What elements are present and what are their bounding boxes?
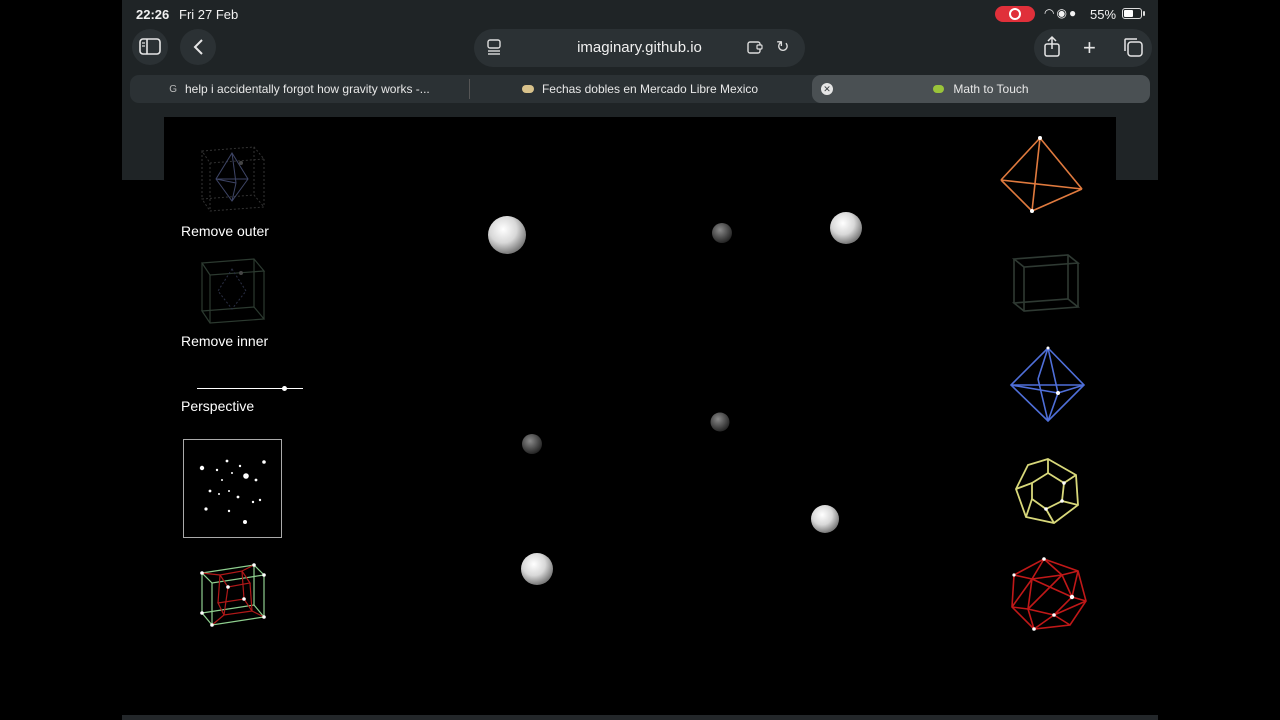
location-icon: ◉: [1056, 6, 1069, 20]
math-canvas[interactable]: Remove outer Remove inner Perspective: [164, 117, 1116, 720]
tab-math-to-touch[interactable]: ✕ Math to Touch: [812, 75, 1150, 103]
sidebar-icon: [139, 38, 161, 55]
cube-icon[interactable]: [1011, 251, 1081, 319]
back-icon: [193, 39, 203, 55]
sphere-vertex[interactable]: [522, 434, 542, 454]
wifi-icon: ◠: [1044, 6, 1057, 20]
extension-icon[interactable]: [746, 38, 764, 60]
screen-recording-icon[interactable]: [995, 6, 1035, 22]
tab-label: help i accidentally forgot how gravity w…: [185, 82, 430, 96]
reload-icon[interactable]: ↻: [776, 37, 789, 57]
tabs-icon[interactable]: [1122, 36, 1144, 63]
status-time: 22:26: [136, 7, 170, 22]
address-bar[interactable]: imaginary.github.io ↻: [474, 29, 805, 67]
sphere-scene[interactable]: [164, 117, 1116, 720]
mercado-libre-favicon-icon: [521, 85, 534, 93]
sphere-vertex[interactable]: [488, 216, 526, 254]
sphere-vertex[interactable]: [811, 505, 839, 533]
share-icon[interactable]: [1043, 35, 1061, 63]
tab-label: Math to Touch: [953, 82, 1029, 96]
ipad-screen: 22:26 Fri 27 Feb ◠◉● 55% imaginary.githu…: [122, 0, 1158, 720]
plus-icon[interactable]: +: [1083, 35, 1096, 61]
sphere-vertex[interactable]: [710, 412, 730, 432]
status-date: Fri 27 Feb: [179, 7, 239, 22]
close-tab-icon[interactable]: ✕: [821, 83, 833, 95]
tab-bar: G help i accidentally forgot how gravity…: [130, 75, 1150, 103]
sphere-vertex[interactable]: [830, 212, 862, 244]
person-icon: ●: [1068, 6, 1079, 20]
icosahedron-icon[interactable]: [1008, 557, 1088, 633]
sphere-vertex[interactable]: [712, 223, 732, 243]
right-toolbar: +: [1034, 29, 1152, 67]
tetrahedron-icon[interactable]: [1000, 135, 1083, 215]
tab-label: Fechas dobles en Mercado Libre Mexico: [541, 82, 759, 96]
google-favicon-icon: G: [169, 83, 177, 95]
tab-gravity[interactable]: G help i accidentally forgot how gravity…: [130, 75, 469, 103]
sphere-vertex[interactable]: [521, 553, 553, 585]
battery-percent: 55%: [1090, 7, 1117, 22]
sidebar-button[interactable]: [132, 29, 168, 65]
octahedron-icon[interactable]: [1008, 345, 1088, 425]
status-icons: ◠◉●: [1044, 6, 1078, 20]
battery-icon: [1122, 8, 1145, 19]
status-bar: 22:26 Fri 27 Feb ◠◉● 55%: [122, 0, 1158, 28]
tab-mercado-libre[interactable]: Fechas dobles en Mercado Libre Mexico: [470, 75, 810, 103]
back-button[interactable]: [180, 29, 216, 65]
lemon-favicon-icon: [933, 85, 945, 93]
bottom-edge: [122, 715, 1158, 720]
dodecahedron-icon[interactable]: [1012, 455, 1084, 527]
